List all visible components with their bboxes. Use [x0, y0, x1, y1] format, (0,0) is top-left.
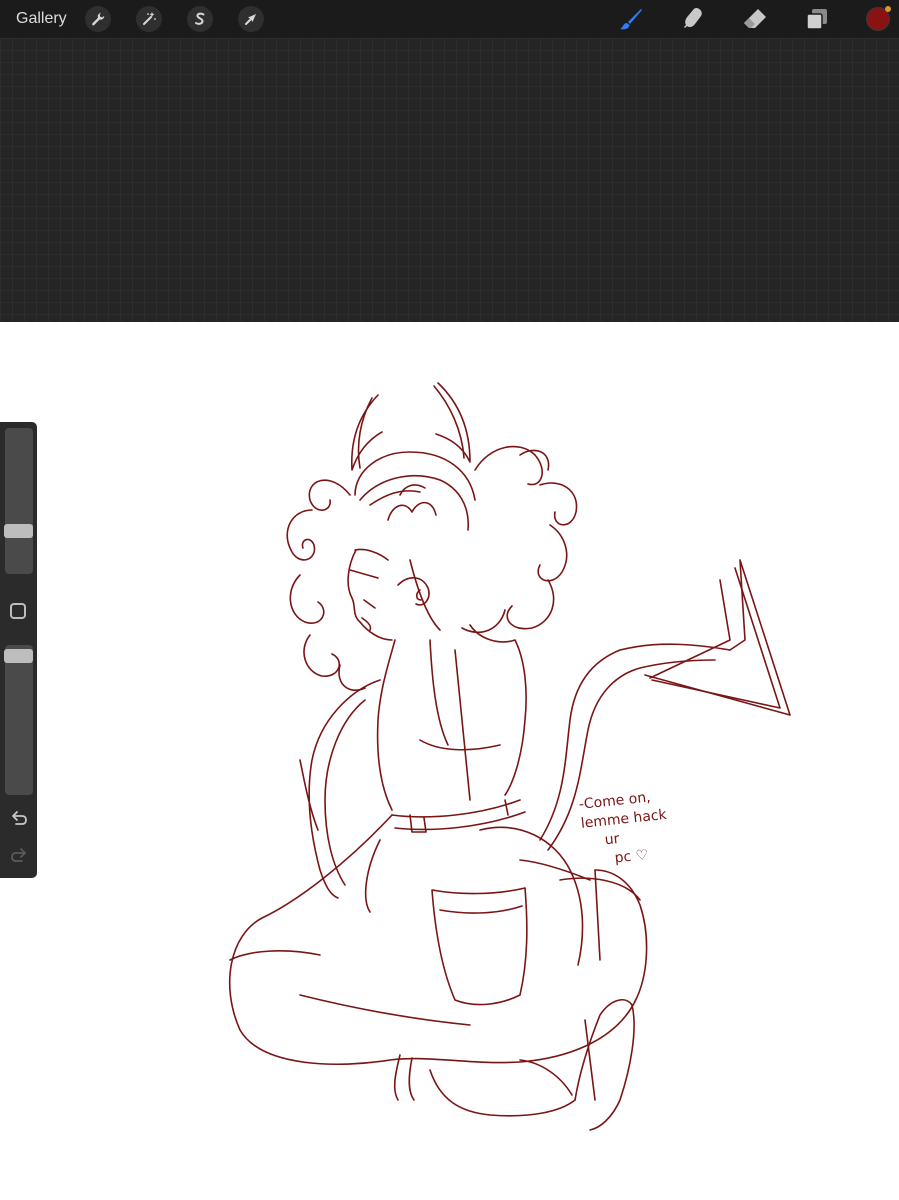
- brush-size-slider[interactable]: [4, 428, 33, 574]
- layers-button[interactable]: [803, 5, 831, 33]
- smudge-finger-icon: [684, 7, 702, 29]
- opacity-slider[interactable]: [4, 645, 33, 795]
- layers-icon: [806, 9, 827, 30]
- arrow-cursor-icon: [245, 14, 256, 25]
- wrench-icon: [92, 13, 105, 26]
- selection-s-icon: [195, 12, 205, 25]
- square-modify-icon[interactable]: [10, 603, 26, 619]
- left-sidebar: [0, 422, 37, 878]
- handwritten-caption: -Come on, lemme hack ur pc ♡: [578, 787, 672, 872]
- opacity-thumb[interactable]: [4, 649, 33, 663]
- selection-button[interactable]: [187, 6, 213, 32]
- smudge-tool-button[interactable]: [679, 5, 707, 33]
- transform-button[interactable]: [238, 6, 264, 32]
- undo-icon[interactable]: [8, 810, 30, 828]
- workspace-background: [0, 38, 899, 322]
- eraser-tool-button[interactable]: [741, 5, 769, 33]
- color-notification-dot: [885, 6, 891, 12]
- drawing-canvas[interactable]: -Come on, lemme hack ur pc ♡: [0, 322, 899, 1200]
- sketch-drawing: [228, 382, 791, 1131]
- brush-tool-button[interactable]: [617, 5, 645, 33]
- brush-icon: [620, 9, 642, 30]
- magic-wand-icon: [143, 12, 156, 25]
- gallery-button[interactable]: Gallery: [16, 10, 67, 28]
- actions-button[interactable]: [85, 6, 111, 32]
- brush-size-thumb[interactable]: [4, 524, 33, 538]
- eraser-icon: [744, 9, 766, 28]
- top-toolbar: Gallery: [0, 0, 899, 38]
- adjustments-button[interactable]: [136, 6, 162, 32]
- redo-icon[interactable]: [8, 847, 30, 865]
